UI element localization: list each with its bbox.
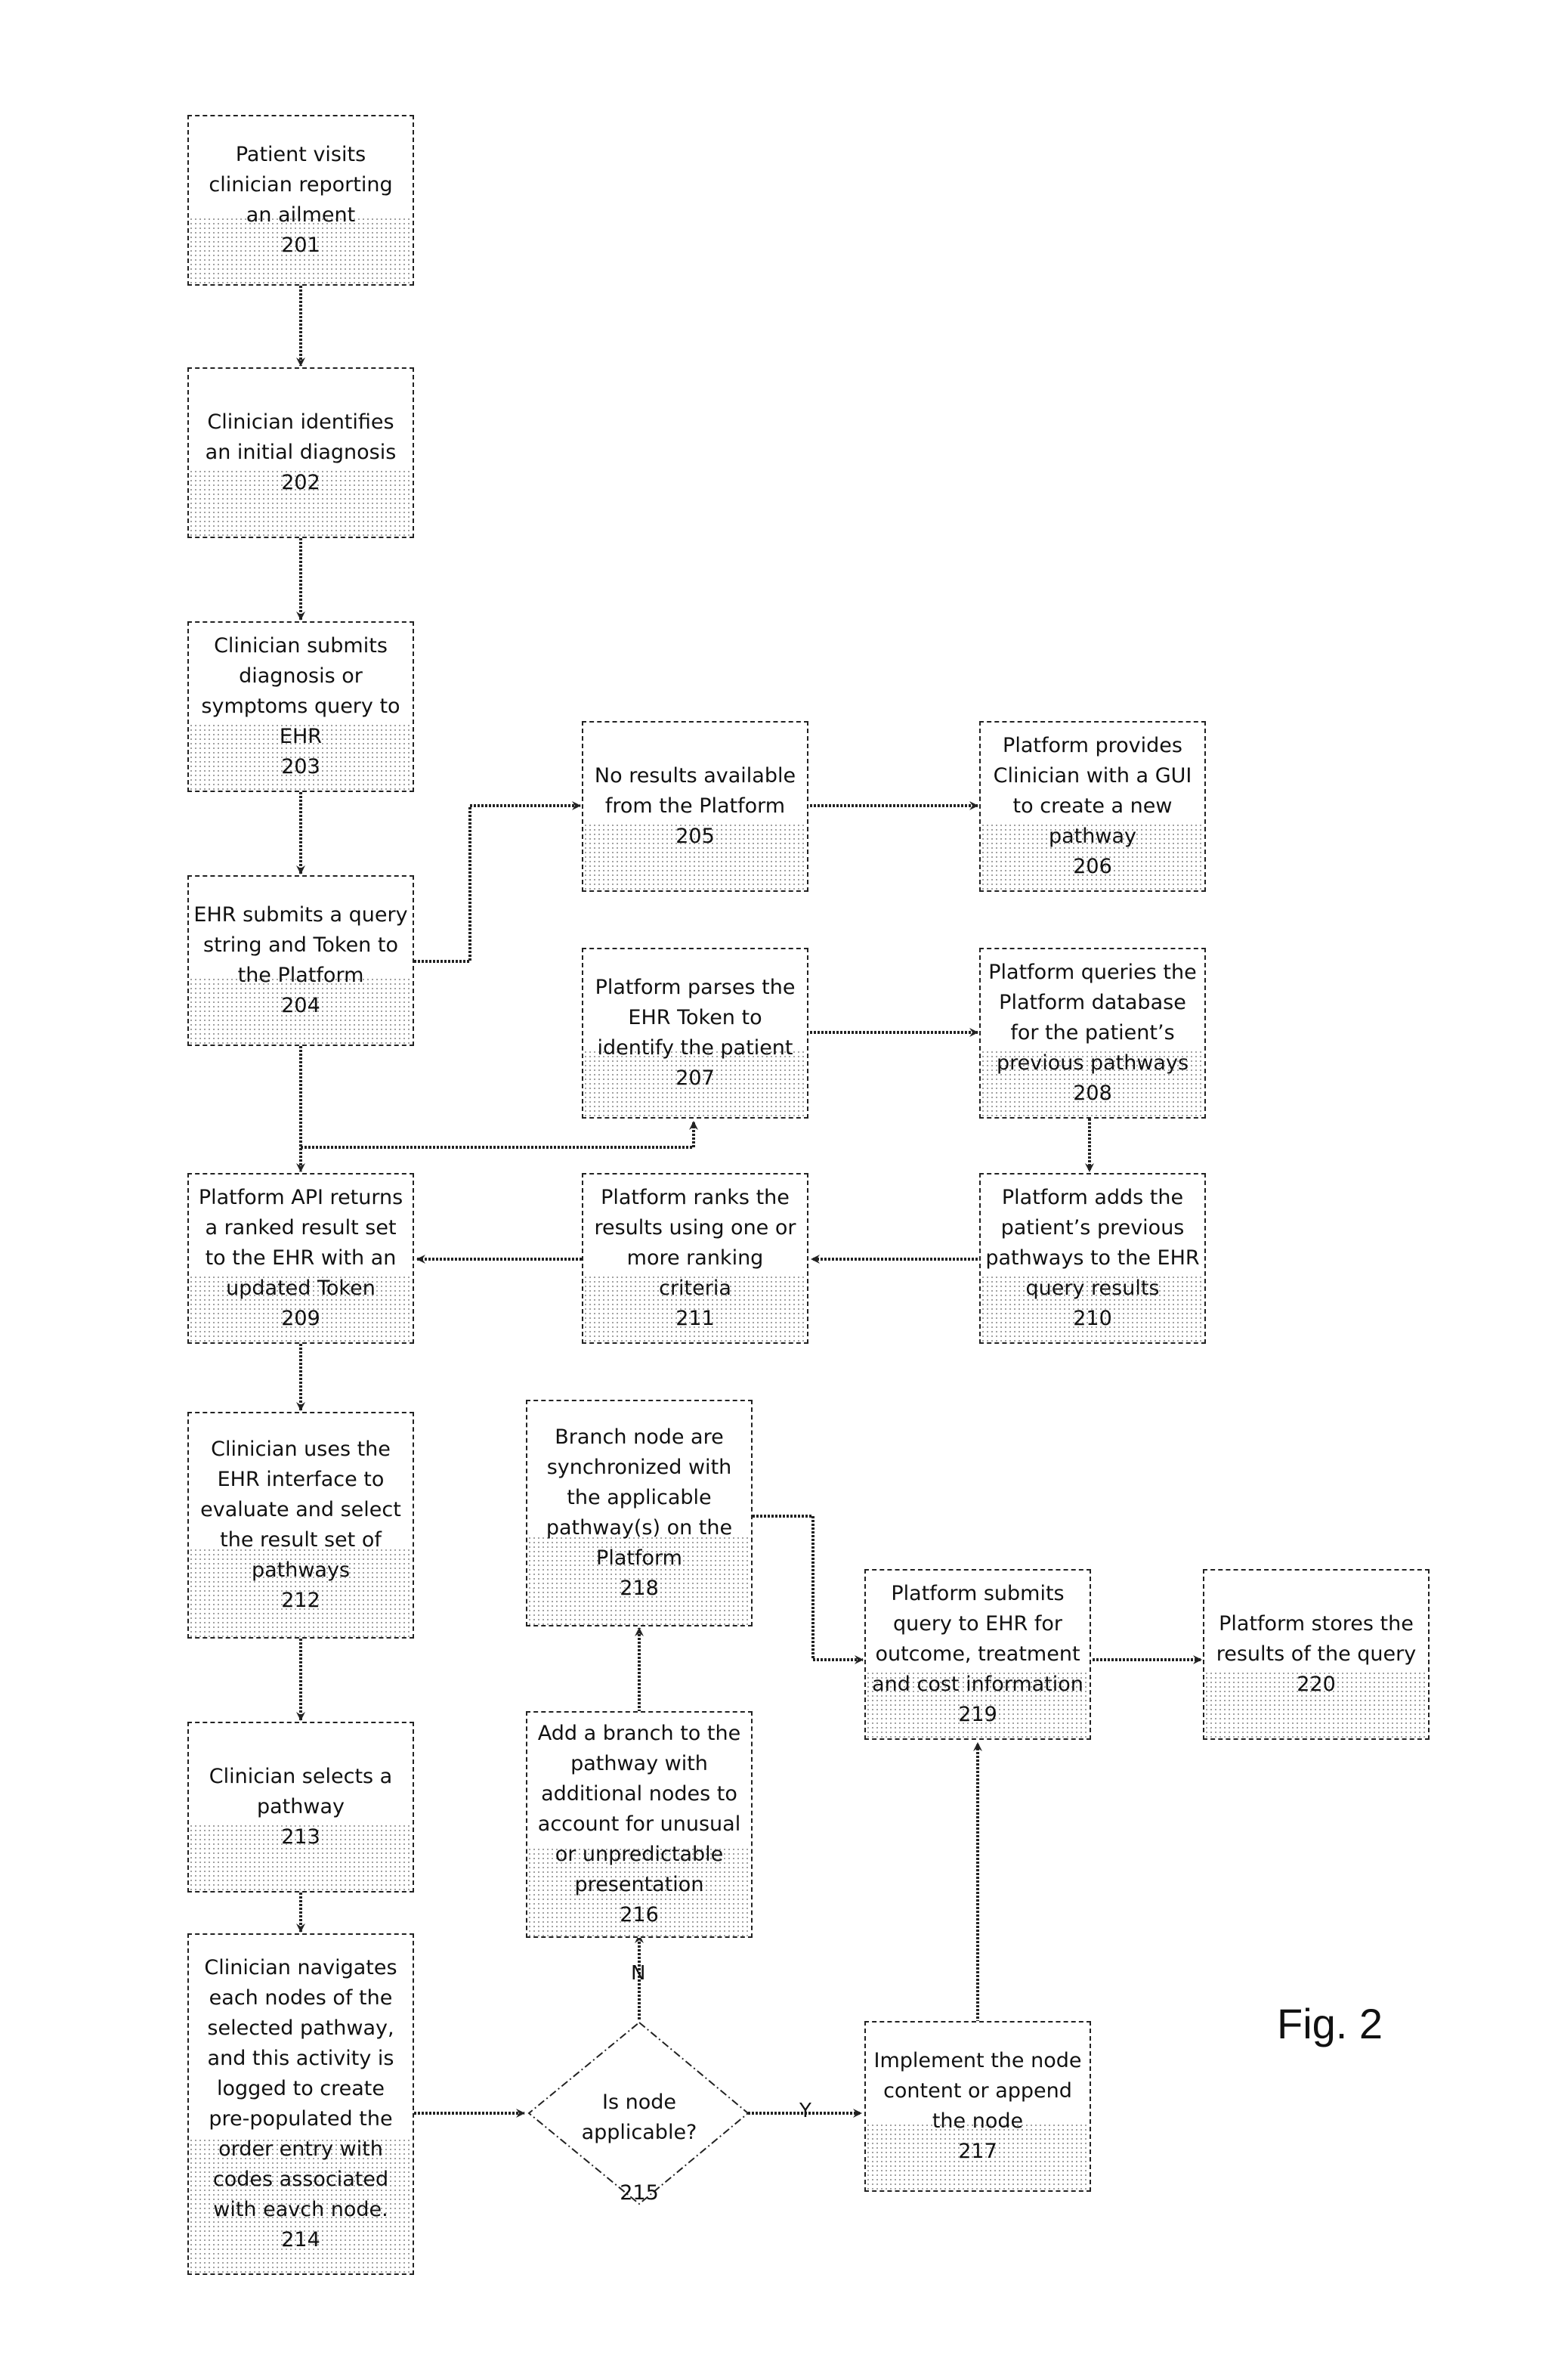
step-text: Platform parses the EHR Token to identif…: [595, 976, 796, 1060]
step-number: 214: [281, 2228, 320, 2252]
step-number: 203: [281, 755, 320, 778]
edge-label-no: N: [631, 1962, 646, 1985]
step-number: 209: [281, 1307, 320, 1330]
step-201: Patient visits clinician reporting an ai…: [187, 115, 414, 286]
step-number: 215: [620, 2181, 659, 2205]
step-text: Platform provides Clinician with a GUI t…: [993, 734, 1192, 848]
step-206: Platform provides Clinician with a GUI t…: [979, 721, 1206, 892]
step-text: Platform API returns a ranked result set…: [198, 1186, 403, 1300]
step-219: Platform submits query to EHR for outcom…: [864, 1569, 1091, 1740]
edge-label-yes: Y: [799, 2100, 811, 2122]
step-number: 202: [281, 471, 320, 494]
step-text: Implement the node content or append the…: [873, 2049, 1082, 2133]
decision-215-text: Is node applicable? 215: [541, 2057, 737, 2239]
step-218: Branch node are synchronized with the ap…: [526, 1400, 753, 1626]
step-number: 206: [1073, 855, 1112, 878]
step-220: Platform stores the results of the query…: [1203, 1569, 1430, 1740]
step-text: Platform stores the results of the query: [1216, 1612, 1417, 1666]
step-216: Add a branch to the pathway with additio…: [526, 1711, 753, 1938]
step-214: Clinician navigates each nodes of the se…: [187, 1933, 414, 2275]
step-number: 210: [1073, 1307, 1112, 1330]
step-number: 213: [281, 1825, 320, 1849]
figure-label: Fig. 2: [1277, 2000, 1383, 2047]
step-text: Platform ranks the results using one or …: [594, 1186, 796, 1300]
step-210: Platform adds the patient’s previous pat…: [979, 1173, 1206, 1344]
step-number: 216: [620, 1903, 659, 1927]
step-text: Clinician identifies an initial diagnosi…: [205, 410, 397, 464]
step-text: No results available from the Platform: [594, 764, 796, 818]
step-number: 207: [675, 1066, 715, 1090]
step-number: 212: [281, 1589, 320, 1612]
step-number: 217: [958, 2140, 997, 2163]
step-204: EHR submits a query string and Token to …: [187, 875, 414, 1046]
step-205: No results available from the Platform 2…: [582, 721, 808, 892]
step-number: 204: [281, 994, 320, 1017]
step-text: Branch node are synchronized with the ap…: [546, 1425, 733, 1570]
step-213: Clinician selects a pathway 213: [187, 1722, 414, 1893]
step-text: Clinician navigates each nodes of the se…: [204, 1956, 397, 2221]
step-text: Platform adds the patient’s previous pat…: [985, 1186, 1200, 1300]
step-217: Implement the node content or append the…: [864, 2021, 1091, 2192]
step-211: Platform ranks the results using one or …: [582, 1173, 808, 1344]
decision-question: Is node applicable?: [581, 2091, 697, 2144]
step-208: Platform queries the Platform database f…: [979, 948, 1206, 1119]
step-number: 211: [675, 1307, 715, 1330]
step-text: Clinician uses the EHR interface to eval…: [200, 1438, 401, 1582]
step-text: Clinician submits diagnosis or symptoms …: [201, 634, 400, 748]
step-text: Add a branch to the pathway with additio…: [537, 1722, 741, 1896]
step-203: Clinician submits diagnosis or symptoms …: [187, 621, 414, 792]
step-number: 219: [958, 1703, 997, 1726]
step-text: Patient visits clinician reporting an ai…: [209, 143, 393, 227]
step-209: Platform API returns a ranked result set…: [187, 1173, 414, 1344]
step-text: Platform submits query to EHR for outcom…: [872, 1582, 1083, 1696]
step-number: 218: [620, 1577, 659, 1600]
step-202: Clinician identifies an initial diagnosi…: [187, 367, 414, 538]
step-text: EHR submits a query string and Token to …: [193, 903, 408, 987]
edge-218-219: [753, 1515, 864, 1664]
step-text: Clinician selects a pathway: [209, 1765, 393, 1818]
step-207: Platform parses the EHR Token to identif…: [582, 948, 808, 1119]
step-212: Clinician uses the EHR interface to eval…: [187, 1412, 414, 1639]
step-number: 220: [1297, 1673, 1336, 1696]
step-number: 201: [281, 234, 320, 257]
step-number: 205: [675, 825, 715, 848]
edge-204-205: [414, 801, 581, 963]
edge-204-207: [301, 1121, 698, 1149]
step-number: 208: [1073, 1082, 1112, 1105]
step-text: Platform queries the Platform database f…: [988, 961, 1197, 1075]
